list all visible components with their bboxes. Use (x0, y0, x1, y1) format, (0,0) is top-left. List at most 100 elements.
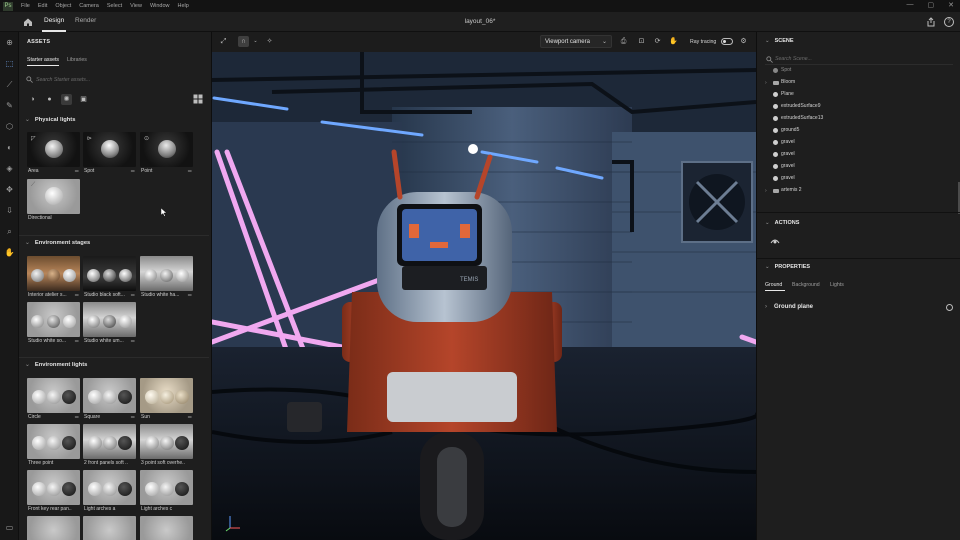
ground-plane-toggle[interactable] (946, 304, 953, 311)
tab-background[interactable]: Background (792, 282, 820, 288)
asset-card-partial[interactable] (83, 516, 136, 540)
chevron-right-icon[interactable]: › (765, 80, 767, 86)
grid-view-icon[interactable] (193, 94, 203, 104)
menu-object[interactable]: Object (55, 3, 71, 9)
action-light-icon[interactable] (769, 236, 781, 246)
panel-toggle-icon[interactable]: ▭ (4, 522, 15, 533)
frame-icon[interactable]: ⊡ (636, 36, 647, 47)
environment-lights-header[interactable]: ⌄ Environment lights (25, 362, 87, 368)
asset-card-studio-white-so[interactable]: Studio white so... ⚌ (27, 302, 80, 346)
magic-wand-icon[interactable]: ⟋ (4, 79, 15, 90)
help-icon[interactable]: ? (944, 17, 954, 27)
adjust-icon[interactable]: ⚌ (131, 338, 135, 344)
ground-plane-row[interactable]: › Ground plane (765, 302, 953, 314)
tab-starter-assets[interactable]: Starter assets (27, 57, 59, 63)
menu-edit[interactable]: Edit (38, 3, 47, 9)
pan-camera-icon[interactable]: ✋ (668, 36, 679, 47)
tab-libraries[interactable]: Libraries (67, 57, 87, 63)
menu-view[interactable]: View (130, 3, 142, 9)
adjust-icon[interactable]: ⚌ (188, 168, 192, 174)
materials-filter-icon[interactable]: ◑ (27, 94, 38, 105)
hand-tool-icon[interactable]: ✋ (4, 247, 15, 258)
scene-tree-item[interactable]: › artemis 2 (765, 186, 950, 197)
adjust-icon[interactable]: ⚌ (75, 338, 79, 344)
physical-lights-header[interactable]: ⌄ Physical lights (25, 117, 75, 123)
actions-panel-header[interactable]: ⌄ ACTIONS (765, 220, 799, 226)
adjust-icon[interactable]: ⚌ (75, 168, 79, 174)
asset-card-partial[interactable] (140, 516, 193, 540)
asset-card-point[interactable]: ⊙ Point ⚌ (140, 132, 193, 176)
close-button[interactable]: ✕ (948, 1, 954, 9)
chevron-right-icon[interactable]: › (765, 304, 767, 310)
light-tool-icon[interactable]: ◐ (4, 142, 15, 153)
box-tool-icon[interactable]: ⬡ (4, 121, 15, 132)
asset-card-studio-white-um[interactable]: Studio white um... ⚌ (83, 302, 136, 346)
chevron-down-icon[interactable]: ⌄ (250, 36, 261, 47)
asset-card-studio-black-soft[interactable]: Studio black soft... ⚌ (83, 256, 136, 300)
zoom-tool-icon[interactable]: ⌕ (4, 226, 15, 237)
asset-card-light-arches-a[interactable]: Light arches a (83, 470, 136, 514)
share-icon[interactable] (926, 17, 936, 27)
adjust-icon[interactable]: ⚌ (131, 292, 135, 298)
menu-file[interactable]: File (21, 3, 30, 9)
menu-window[interactable]: Window (150, 3, 170, 9)
minimize-button[interactable]: — (907, 1, 914, 9)
tab-lights[interactable]: Lights (830, 282, 844, 288)
select-tool-icon[interactable]: ⬚ (4, 58, 15, 69)
scene-tree-item[interactable]: › Bloom (765, 78, 950, 89)
snap-icon[interactable]: ∩ (238, 36, 249, 47)
menu-help[interactable]: Help (178, 3, 189, 9)
scene-tree-item[interactable]: Spot (765, 66, 950, 77)
asset-card-light-arches-c[interactable]: Light arches c (140, 470, 193, 514)
asset-card-interior-atelier[interactable]: Interior atelier s... ⚌ (27, 256, 80, 300)
scene-search-input[interactable]: Search Scene... (765, 54, 953, 65)
adjust-icon[interactable]: ⚌ (131, 168, 135, 174)
lights-filter-icon[interactable]: ✺ (61, 94, 72, 105)
tab-ground[interactable]: Ground (765, 282, 782, 288)
scene-tree-item[interactable]: gravel (765, 174, 950, 185)
scene-tree-item[interactable]: Plane (765, 90, 950, 101)
assets-search-input[interactable]: Search Starter assets... (25, 74, 205, 86)
add-icon[interactable]: ⊕ (4, 37, 15, 48)
camera-bookmark-icon[interactable]: ⎙ (618, 36, 629, 47)
scene-tree-item[interactable]: gravel (765, 138, 950, 149)
asset-card-3-point-soft[interactable]: 3 point soft overhe... (140, 424, 193, 468)
ray-tracing-toggle[interactable] (721, 38, 733, 45)
maximize-button[interactable]: ▢ (928, 1, 935, 9)
camera-tool-icon[interactable]: ◈ (4, 163, 15, 174)
scene-panel-header[interactable]: ⌄ SCENE (765, 38, 794, 44)
asset-card-directional[interactable]: ⟋ Directional (27, 179, 80, 223)
asset-card-front-key-rear[interactable]: Front key rear pan... (27, 470, 80, 514)
scene-tree-item[interactable]: extrudedSurface9 (765, 102, 950, 113)
adjust-icon[interactable]: ⚌ (75, 292, 79, 298)
magic-select-icon[interactable]: ✧ (264, 36, 275, 47)
orbit-icon[interactable]: ⟳ (652, 36, 663, 47)
asset-card-circle[interactable]: Circle ⚌ (27, 378, 80, 422)
asset-card-square[interactable]: Square ⚌ (83, 378, 136, 422)
chevron-right-icon[interactable]: › (765, 188, 767, 194)
menu-select[interactable]: Select (107, 3, 122, 9)
adjust-icon[interactable]: ⚌ (131, 414, 135, 420)
scene-tree-item[interactable]: extrudedSurface13 (765, 114, 950, 125)
move-tool-icon[interactable]: ✥ (4, 184, 15, 195)
menu-camera[interactable]: Camera (79, 3, 99, 9)
scene-tree-item[interactable]: gravel (765, 150, 950, 161)
adjust-icon[interactable]: ⚌ (75, 414, 79, 420)
asset-card-studio-white-ha[interactable]: Studio white ha... ⚌ (140, 256, 193, 300)
scene-tree-item[interactable]: gravel (765, 162, 950, 173)
scene-tree-item[interactable]: ground5 (765, 126, 950, 137)
place-tool-icon[interactable]: ⇩ (4, 205, 15, 216)
brush-tool-icon[interactable]: ✎ (4, 100, 15, 111)
viewport[interactable]: ⤢ ∩ ⌄ ✧ Viewport camera ⌄ ⎙ ⊡ ⟳ ✋ Ray tr… (212, 32, 756, 540)
asset-card-three-point[interactable]: Three point (27, 424, 80, 468)
transform-icon[interactable]: ⤢ (218, 36, 229, 47)
camera-dropdown[interactable]: Viewport camera ⌄ (540, 35, 612, 48)
images-filter-icon[interactable]: ▣ (78, 94, 89, 105)
environment-stages-header[interactable]: ⌄ Environment stages (25, 240, 90, 246)
asset-card-spot[interactable]: ⊳ Spot ⚌ (83, 132, 136, 176)
asset-card-area[interactable]: ◸ Area ⚌ (27, 132, 80, 176)
asset-card-sun[interactable]: Sun ⚌ (140, 378, 193, 422)
asset-card-partial[interactable] (27, 516, 80, 540)
adjust-icon[interactable]: ⚌ (188, 292, 192, 298)
asset-card-2-front-panels[interactable]: 2 front panels soft ... (83, 424, 136, 468)
